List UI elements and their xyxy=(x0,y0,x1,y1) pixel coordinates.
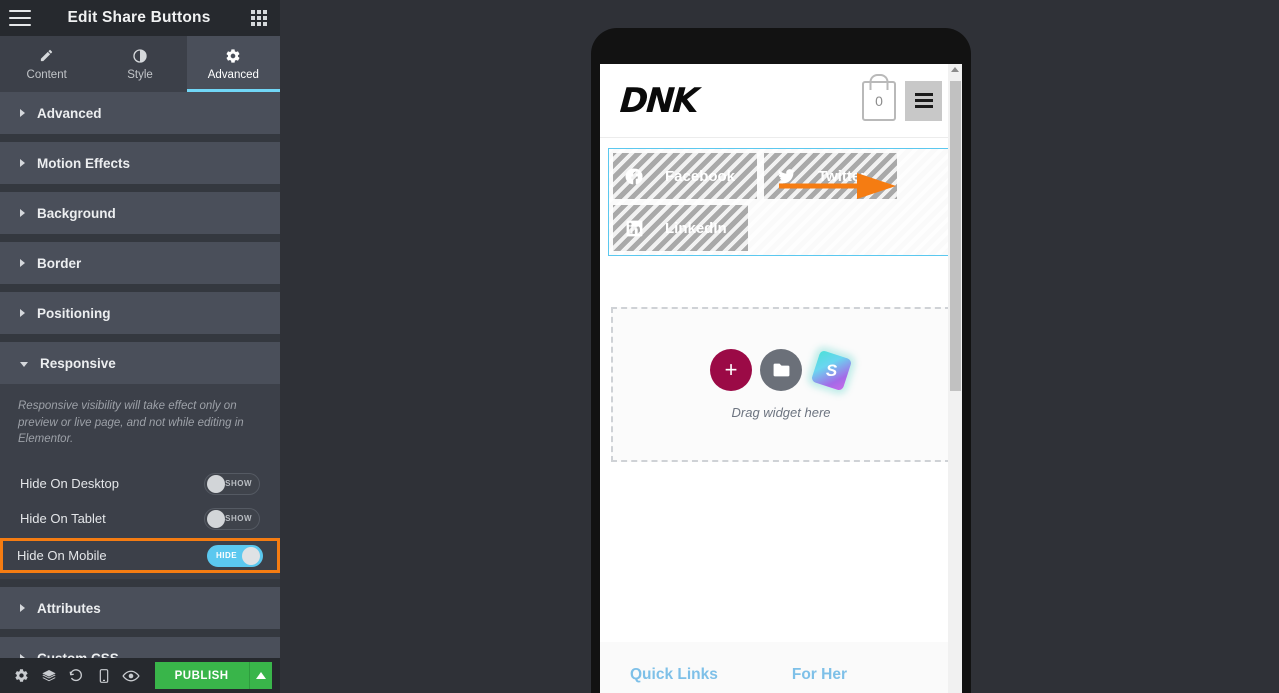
hide-on-tablet-toggle[interactable]: SHOW xyxy=(204,507,260,530)
section-attributes[interactable]: Attributes xyxy=(0,587,280,630)
tab-style-label: Style xyxy=(127,69,153,81)
section-background-label: Background xyxy=(37,205,116,221)
footer-link-for-her[interactable]: For Her xyxy=(792,666,847,684)
cart-count: 0 xyxy=(875,92,883,109)
panel-footer-toolbar: PUBLISH xyxy=(0,658,280,693)
chevron-down-icon xyxy=(20,361,28,367)
layers-navigator-icon[interactable] xyxy=(35,658,62,693)
site-footer: Quick Links For Her xyxy=(600,642,962,693)
control-hide-on-desktop: Hide On Desktop SHOW xyxy=(18,466,262,501)
control-hide-on-mobile: Hide On Mobile HIDE xyxy=(0,538,280,574)
plus-add-widget-icon[interactable]: + xyxy=(710,349,752,391)
hamburger-menu-icon[interactable] xyxy=(9,10,31,26)
responsive-mode-mobile-icon[interactable] xyxy=(90,658,117,693)
section-background[interactable]: Background xyxy=(0,192,280,234)
section-advanced-label: Advanced xyxy=(37,105,102,121)
section-attributes-label: Attributes xyxy=(37,600,101,616)
orange-pointer-arrow-icon xyxy=(779,173,896,199)
tab-advanced[interactable]: Advanced xyxy=(186,36,280,92)
editor-canvas: DNK 0 Facebook Twitter LinkedIn + S Drag… xyxy=(280,0,1279,693)
facebook-icon xyxy=(625,168,643,184)
publish-options-caret-up-icon[interactable] xyxy=(248,662,272,689)
section-advanced[interactable]: Advanced xyxy=(0,92,280,134)
elementor-editor: Edit Share Buttons Content Style Advance… xyxy=(0,0,1279,693)
editor-panel: Edit Share Buttons Content Style Advance… xyxy=(0,0,280,693)
history-revisions-icon[interactable] xyxy=(63,658,90,693)
hide-on-desktop-toggle[interactable]: SHOW xyxy=(204,472,260,495)
drop-zone-label: Drag widget here xyxy=(731,405,831,420)
panel-header: Edit Share Buttons xyxy=(0,0,280,36)
section-border-label: Border xyxy=(37,255,82,271)
chevron-right-icon xyxy=(20,309,25,317)
hide-on-mobile-label: Hide On Mobile xyxy=(17,548,107,564)
share-button-facebook[interactable]: Facebook xyxy=(613,153,757,199)
contrast-half-circle-icon xyxy=(132,47,148,64)
tab-style[interactable]: Style xyxy=(93,36,186,92)
mobile-menu-button[interactable] xyxy=(905,80,942,121)
share-button-linkedin[interactable]: LinkedIn xyxy=(613,205,748,251)
share-button-facebook-label: Facebook xyxy=(665,167,736,185)
section-positioning[interactable]: Positioning xyxy=(0,292,280,334)
share-buttons-widget[interactable]: Facebook Twitter LinkedIn xyxy=(608,148,954,256)
settings-sections: Advanced Motion Effects Background Borde… xyxy=(0,92,280,680)
hide-on-mobile-state: HIDE xyxy=(216,551,238,561)
section-motion-effects-label: Motion Effects xyxy=(37,155,130,171)
hide-on-mobile-toggle[interactable]: HIDE xyxy=(207,544,263,567)
preview-scrollbar[interactable] xyxy=(948,64,962,693)
header-actions: 0 xyxy=(862,80,942,121)
section-border[interactable]: Border xyxy=(0,242,280,284)
responsive-note: Responsive visibility will take effect o… xyxy=(18,400,244,446)
hide-on-tablet-label: Hide On Tablet xyxy=(20,511,106,527)
footer-link-quick-links[interactable]: Quick Links xyxy=(630,666,718,684)
tab-content-label: Content xyxy=(26,69,67,81)
toggle-knob xyxy=(207,474,225,493)
section-motion-effects[interactable]: Motion Effects xyxy=(0,142,280,184)
control-hide-on-tablet: Hide On Tablet SHOW xyxy=(18,501,262,536)
hamburger-menu-icon xyxy=(914,99,933,102)
tab-advanced-label: Advanced xyxy=(207,69,259,81)
responsive-section-body: Responsive visibility will take effect o… xyxy=(0,384,280,580)
chevron-right-icon xyxy=(20,159,25,167)
preview-eye-icon[interactable] xyxy=(117,658,144,693)
gear-settings-icon[interactable] xyxy=(8,658,35,693)
share-row: LinkedIn xyxy=(613,205,949,251)
page-title: Edit Share Buttons xyxy=(67,9,211,26)
publish-button[interactable]: PUBLISH xyxy=(154,662,249,689)
linkedin-icon xyxy=(626,220,643,236)
toggle-knob xyxy=(242,546,260,565)
drop-zone-icons: + S xyxy=(710,349,852,391)
site-header: DNK 0 xyxy=(600,64,962,138)
scroll-up-arrow-icon[interactable] xyxy=(951,67,959,72)
shopping-bag-icon[interactable]: 0 xyxy=(862,80,896,121)
hide-on-tablet-state: SHOW xyxy=(225,514,252,524)
site-logo[interactable]: DNK xyxy=(619,81,699,121)
panel-tabs: Content Style Advanced xyxy=(0,36,280,92)
chevron-right-icon xyxy=(20,209,25,217)
section-responsive-label: Responsive xyxy=(40,355,116,371)
section-responsive[interactable]: Responsive xyxy=(0,342,280,384)
preview-screen: DNK 0 Facebook Twitter LinkedIn + S Drag… xyxy=(600,64,962,693)
hide-on-desktop-label: Hide On Desktop xyxy=(20,476,119,492)
shutterstock-gradient-icon[interactable]: S xyxy=(810,349,852,391)
chevron-right-icon xyxy=(20,109,25,117)
gear-icon xyxy=(225,47,241,64)
share-button-linkedin-label: LinkedIn xyxy=(665,219,727,237)
pencil-icon xyxy=(39,47,54,64)
tab-content[interactable]: Content xyxy=(0,36,93,92)
hide-on-desktop-state: SHOW xyxy=(225,479,252,489)
chevron-right-icon xyxy=(20,259,25,267)
toggle-knob xyxy=(207,509,225,528)
chevron-right-icon xyxy=(20,604,25,613)
scrollbar-thumb[interactable] xyxy=(950,81,961,391)
mobile-device-frame: DNK 0 Facebook Twitter LinkedIn + S Drag… xyxy=(591,28,971,693)
drag-widget-drop-zone[interactable]: + S Drag widget here xyxy=(611,307,951,462)
section-positioning-label: Positioning xyxy=(37,305,111,321)
grid-apps-icon[interactable] xyxy=(251,10,267,26)
folder-template-library-icon[interactable] xyxy=(760,349,802,391)
